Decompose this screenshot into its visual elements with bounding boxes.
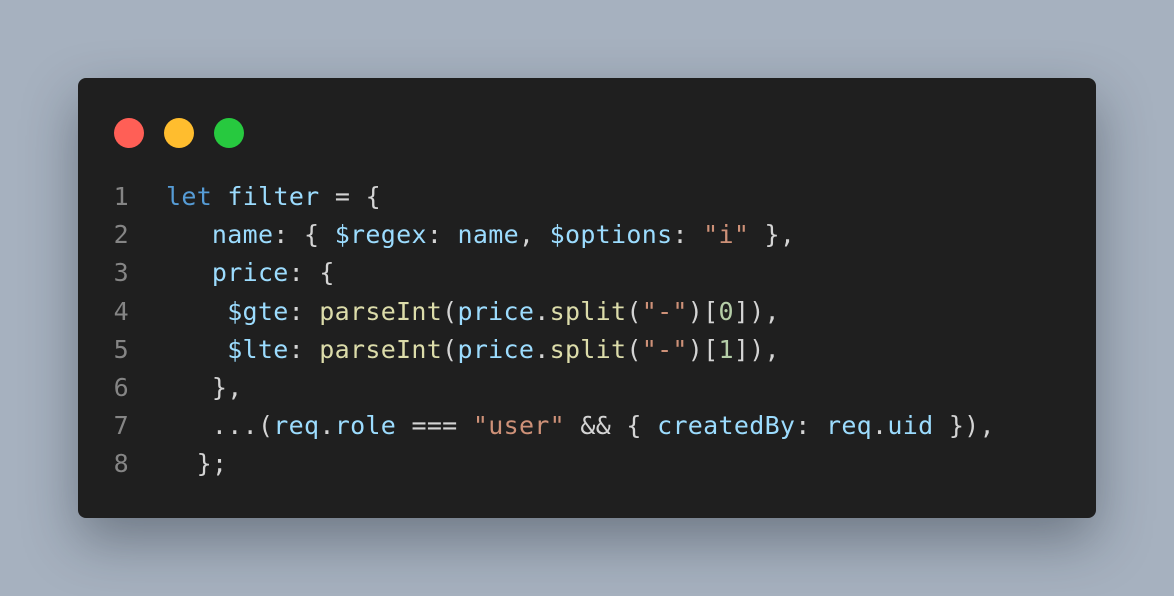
code-token-punct: : { — [288, 258, 335, 288]
code-token-keyword: let — [166, 182, 213, 211]
code-token-punct: : — [288, 296, 320, 326]
code-token-punct: : — [672, 220, 704, 250]
code-token-variable: role — [334, 411, 397, 441]
code-text: }; — [197, 445, 228, 483]
code-token-punct: }, — [211, 372, 243, 402]
line-number: 2 — [113, 220, 129, 250]
code-token-property: createdBy — [657, 411, 796, 441]
code-token-string: "i" — [703, 220, 750, 250]
code-token-variable: uid — [887, 411, 934, 441]
code-token-punct: ( — [442, 296, 458, 326]
line-number: 7 — [113, 411, 129, 441]
code-token-punct: }; — [196, 449, 228, 479]
code-token-punct: ]), — [733, 334, 780, 364]
code-token-number: 1 — [718, 334, 734, 364]
code-token-function: split — [549, 334, 627, 364]
code-text: $lte: parseInt(price.split("-")[1]), — [227, 331, 780, 369]
line-number: 1 — [113, 182, 129, 211]
code-token-punct: )[ — [687, 296, 719, 326]
line-number: 3 — [113, 258, 129, 288]
code-token-variable: req — [825, 411, 873, 441]
code-line: 3 price: { — [78, 254, 1096, 292]
code-token-string: "-" — [641, 296, 688, 326]
maximize-dot-icon — [214, 118, 244, 148]
code-line: 2 name: { $regex: name, $options: "i" }, — [78, 216, 1096, 254]
code-text: price: { — [212, 254, 335, 292]
code-token-property: $gte — [227, 296, 289, 326]
code-token-punct: )[ — [687, 334, 719, 364]
code-token-punct: : — [426, 220, 458, 250]
code-token-variable: req — [273, 411, 320, 441]
code-line: 6}, — [78, 369, 1096, 407]
code-line: 7 ...(req.role === "user" && { createdBy:… — [78, 407, 1096, 445]
code-line: 8}; — [78, 445, 1096, 483]
code-token-variable: filter — [227, 182, 320, 211]
code-token-punct: . — [534, 334, 550, 364]
code-token-string: "-" — [641, 334, 688, 364]
code-text: $gte: parseInt(price.split("-")[0]), — [227, 293, 780, 331]
code-text: }, — [212, 369, 243, 407]
line-number: 4 — [113, 296, 129, 326]
code-token-punct: ( — [442, 334, 458, 364]
code-token-number: 0 — [718, 296, 734, 326]
code-token-property: name — [211, 220, 274, 250]
code-token-property: $regex — [334, 220, 427, 250]
code-token-punct: : { — [273, 220, 335, 250]
code-text: name: { $regex: name, $options: "i" }, — [212, 216, 795, 254]
line-number: 6 — [113, 372, 129, 402]
line-number: 8 — [113, 449, 129, 479]
code-token-punct: . — [534, 296, 550, 326]
code-text: let filter = { — [166, 178, 381, 216]
close-dot-icon — [114, 118, 144, 148]
code-token-punct: : — [288, 334, 320, 364]
code-token-function: split — [549, 296, 627, 326]
code-token-punct: }, — [749, 220, 796, 250]
code-token-string: "user" — [472, 411, 565, 441]
code-line: 5 $lte: parseInt(price.split("-")[1]), — [78, 331, 1096, 369]
code-block: 1 let filter = {2 name: { $regex: name, $o… — [78, 178, 1096, 484]
minimize-dot-icon — [164, 118, 194, 148]
code-token-punct: . — [872, 411, 888, 441]
code-token-punct: ( — [626, 296, 642, 326]
code-token-punct: ...( — [211, 411, 274, 441]
code-token-function: parseInt — [319, 334, 443, 364]
code-token-variable: price — [457, 334, 535, 364]
code-text: ...(req.role === "user" && { createdBy: … — [212, 407, 995, 445]
code-line: 1 let filter = { — [78, 178, 1096, 216]
code-token-punct: . — [319, 411, 335, 441]
code-token-punct: , — [518, 220, 550, 250]
code-token-punct: : — [795, 411, 826, 441]
code-token-punct: && { — [565, 411, 658, 441]
code-window: 1 let filter = {2 name: { $regex: name, $o… — [78, 78, 1096, 518]
code-line: 4 $gte: parseInt(price.split("-")[0]), — [78, 293, 1096, 331]
line-number: 5 — [113, 334, 129, 364]
code-token-variable: price — [457, 296, 535, 326]
code-token-variable: name — [457, 220, 519, 250]
code-token-function: parseInt — [319, 296, 443, 326]
code-token-punct: ]), — [733, 296, 780, 326]
code-token-punct: = { — [319, 182, 381, 211]
code-token-punct: ( — [626, 334, 642, 364]
code-token-property: price — [211, 258, 289, 288]
code-token-punct: === — [396, 411, 473, 441]
code-token-property: $lte — [227, 334, 289, 364]
code-token-punct: }), — [933, 411, 995, 441]
code-token-property: $options — [549, 220, 673, 250]
